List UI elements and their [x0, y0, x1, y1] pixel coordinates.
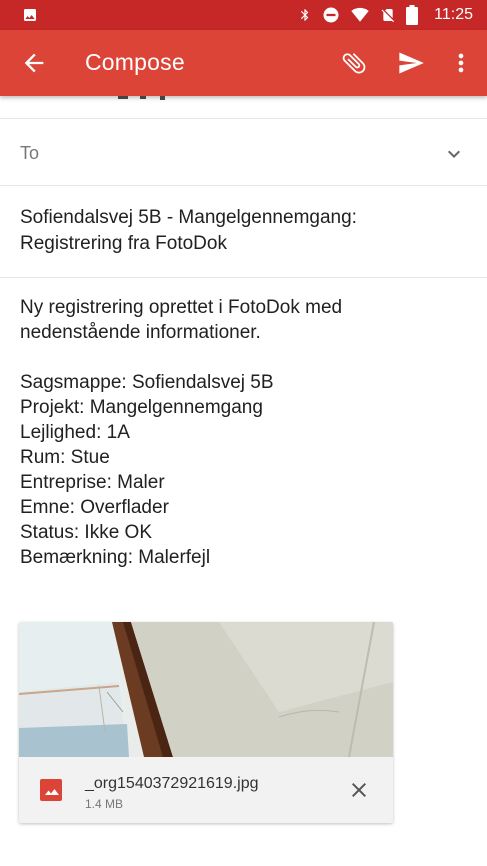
- attachment-footer: _org1540372921619.jpg 1.4 MB: [19, 757, 393, 823]
- image-icon: [24, 9, 36, 21]
- body-field-lejlighed: Lejlighed: 1A: [20, 422, 130, 443]
- to-field[interactable]: To: [0, 119, 487, 185]
- message-body[interactable]: Ny registrering oprettet i FotoDok med n…: [20, 295, 460, 570]
- attachment-thumbnail[interactable]: [19, 622, 393, 757]
- battery-icon: [406, 5, 419, 25]
- close-icon[interactable]: [347, 778, 371, 802]
- attachment-filename: _org1540372921619.jpg: [85, 775, 259, 792]
- body-field-rum: Rum: Stue: [20, 447, 110, 468]
- image-file-icon: [40, 779, 62, 801]
- back-arrow-icon[interactable]: [20, 49, 48, 77]
- send-icon[interactable]: [397, 49, 425, 77]
- divider: [0, 277, 487, 278]
- body-field-sagsmappe: Sagsmappe: Sofiendalsvej 5B: [20, 372, 274, 393]
- body-intro-line-1: Ny registrering oprettet i FotoDok med: [20, 297, 343, 318]
- body-field-status: Status: Ikke OK: [20, 522, 152, 543]
- attach-icon[interactable]: [340, 49, 368, 77]
- body-field-projekt: Projekt: Mangelgennemgang: [20, 397, 263, 418]
- attachment-size: 1.4 MB: [85, 797, 124, 811]
- status-time: 11:25: [434, 6, 473, 23]
- body-intro-line-2: nedenstående informationer.: [20, 322, 261, 343]
- to-label: To: [20, 143, 40, 163]
- subject-field[interactable]: Sofiendalsvej 5B - Mangelgennemgang: Reg…: [20, 205, 460, 257]
- more-vert-icon[interactable]: [447, 49, 475, 77]
- wifi-icon: [351, 7, 369, 22]
- bluetooth-icon: [301, 9, 309, 21]
- divider: [0, 185, 487, 186]
- scrolled-field-fragment: [0, 96, 487, 118]
- subject-line-2: Registrering fra FotoDok: [20, 233, 227, 254]
- attachment-card[interactable]: _org1540372921619.jpg 1.4 MB: [19, 622, 393, 823]
- do-not-disturb-icon: [323, 7, 339, 23]
- app-bar: Compose: [0, 30, 487, 96]
- status-bar: 11:25: [0, 0, 487, 30]
- no-sim-icon: [381, 9, 395, 23]
- body-field-bemaerkning: Bemærkning: Malerfejl: [20, 547, 211, 568]
- body-field-entreprise: Entreprise: Maler: [20, 472, 165, 493]
- subject-line-1: Sofiendalsvej 5B - Mangelgennemgang:: [20, 207, 357, 228]
- page-title: Compose: [85, 49, 185, 75]
- body-field-emne: Emne: Overflader: [20, 497, 169, 518]
- clipped-text-fragment: [118, 96, 165, 100]
- chevron-down-icon[interactable]: [442, 142, 466, 166]
